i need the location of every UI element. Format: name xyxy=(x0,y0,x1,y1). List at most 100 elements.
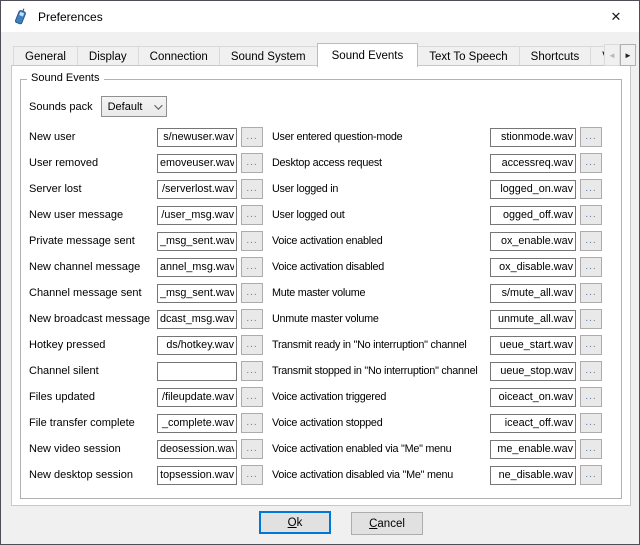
sounds-pack-value: Default xyxy=(108,101,143,113)
browse-button[interactable]: ... xyxy=(241,387,263,407)
browse-button[interactable]: ... xyxy=(580,179,602,199)
sound-event-label: Desktop access request xyxy=(272,157,490,169)
sound-file-input[interactable] xyxy=(157,466,237,485)
tab-scroll-right-button[interactable]: ► xyxy=(620,44,636,66)
browse-button[interactable]: ... xyxy=(241,179,263,199)
sound-event-label: Channel message sent xyxy=(29,287,157,299)
sound-event-label: Server lost xyxy=(29,183,157,195)
sound-file-input[interactable] xyxy=(490,284,576,303)
sounds-pack-select[interactable]: Default xyxy=(101,96,167,117)
browse-button[interactable]: ... xyxy=(580,283,602,303)
browse-button[interactable]: ... xyxy=(580,127,602,147)
window-title: Preferences xyxy=(38,10,103,24)
browse-button[interactable]: ... xyxy=(580,257,602,277)
sound-file-input[interactable] xyxy=(157,310,237,329)
browse-button[interactable]: ... xyxy=(580,361,602,381)
browse-button[interactable]: ... xyxy=(241,465,263,485)
browse-button[interactable]: ... xyxy=(580,439,602,459)
sound-event-label: Voice activation stopped xyxy=(272,417,490,429)
sound-file-input[interactable] xyxy=(490,388,576,407)
sound-file-input[interactable] xyxy=(490,310,576,329)
browse-button[interactable]: ... xyxy=(241,283,263,303)
sound-events-groupbox: Sound Events Sounds pack Default New use… xyxy=(20,79,622,499)
title-bar: Preferences ✕ xyxy=(1,1,639,32)
sound-file-input[interactable] xyxy=(490,336,576,355)
sound-event-row: Private message sent ... Voice activatio… xyxy=(29,228,602,254)
sound-event-row: Server lost ... User logged in ... xyxy=(29,176,602,202)
browse-button[interactable]: ... xyxy=(241,127,263,147)
browse-button[interactable]: ... xyxy=(580,309,602,329)
sound-file-input[interactable] xyxy=(157,206,237,225)
tab-sound-events[interactable]: Sound Events xyxy=(317,43,419,67)
tab-text-to-speech[interactable]: Text To Speech xyxy=(417,46,519,66)
sound-event-label: Private message sent xyxy=(29,235,157,247)
preferences-dialog: Preferences ✕ GeneralDisplayConnectionSo… xyxy=(0,0,640,545)
sound-file-input[interactable] xyxy=(490,414,576,433)
sound-file-input[interactable] xyxy=(490,362,576,381)
sound-event-label: User logged in xyxy=(272,183,490,195)
tab-scrollers: ◄ ► xyxy=(604,44,636,66)
browse-button[interactable]: ... xyxy=(580,205,602,225)
tab-general[interactable]: General xyxy=(13,46,78,66)
sound-file-input[interactable] xyxy=(157,180,237,199)
tab-connection[interactable]: Connection xyxy=(138,46,220,66)
browse-button[interactable]: ... xyxy=(241,153,263,173)
sound-file-input[interactable] xyxy=(157,414,237,433)
browse-button[interactable]: ... xyxy=(241,335,263,355)
browse-button[interactable]: ... xyxy=(580,153,602,173)
browse-button[interactable]: ... xyxy=(580,387,602,407)
sound-file-input[interactable] xyxy=(157,232,237,251)
sound-event-label: Channel silent xyxy=(29,365,157,377)
sound-file-input[interactable] xyxy=(157,154,237,173)
sound-file-input[interactable] xyxy=(157,284,237,303)
tab-pane-sound-events: Sound Events Sounds pack Default New use… xyxy=(11,65,631,506)
browse-button[interactable]: ... xyxy=(241,413,263,433)
sound-file-input[interactable] xyxy=(490,154,576,173)
sound-file-input[interactable] xyxy=(490,206,576,225)
cancel-button[interactable]: Cancel xyxy=(351,512,423,535)
sound-event-label: User removed xyxy=(29,157,157,169)
sounds-pack-label: Sounds pack xyxy=(29,101,93,113)
sound-event-row: File transfer complete ... Voice activat… xyxy=(29,410,602,436)
browse-button[interactable]: ... xyxy=(241,439,263,459)
sound-file-input[interactable] xyxy=(157,128,237,147)
sound-event-label: Voice activation enabled via "Me" menu xyxy=(272,443,490,455)
browse-button[interactable]: ... xyxy=(241,205,263,225)
sound-event-row: New video session ... Voice activation e… xyxy=(29,436,602,462)
close-button[interactable]: ✕ xyxy=(594,2,638,31)
sound-event-rows: New user ... User entered question-mode … xyxy=(29,124,602,488)
sound-file-input[interactable] xyxy=(490,180,576,199)
browse-button[interactable]: ... xyxy=(241,231,263,251)
sound-event-row: User removed ... Desktop access request … xyxy=(29,150,602,176)
sound-file-input[interactable] xyxy=(490,466,576,485)
tab-shortcuts[interactable]: Shortcuts xyxy=(519,46,592,66)
sound-event-row: New channel message ... Voice activation… xyxy=(29,254,602,280)
sound-file-input[interactable] xyxy=(157,388,237,407)
browse-button[interactable]: ... xyxy=(241,257,263,277)
ok-button[interactable]: Ok xyxy=(259,511,331,534)
sound-event-row: Files updated ... Voice activation trigg… xyxy=(29,384,602,410)
sound-event-row: New desktop session ... Voice activation… xyxy=(29,462,602,488)
browse-button[interactable]: ... xyxy=(241,361,263,381)
sound-file-input[interactable] xyxy=(157,336,237,355)
tab-sound-system[interactable]: Sound System xyxy=(219,46,318,66)
browse-button[interactable]: ... xyxy=(580,335,602,355)
tab-scroll-left-button[interactable]: ◄ xyxy=(604,44,620,66)
sound-file-input[interactable] xyxy=(490,232,576,251)
sound-event-row: New user message ... User logged out ... xyxy=(29,202,602,228)
tab-display[interactable]: Display xyxy=(77,46,139,66)
sound-file-input[interactable] xyxy=(490,258,576,277)
sound-file-input[interactable] xyxy=(157,362,237,381)
cancel-button-label: Cancel xyxy=(369,518,405,530)
browse-button[interactable]: ... xyxy=(580,413,602,433)
sound-file-input[interactable] xyxy=(490,440,576,459)
sound-file-input[interactable] xyxy=(157,440,237,459)
browse-button[interactable]: ... xyxy=(580,465,602,485)
browse-button[interactable]: ... xyxy=(241,309,263,329)
sound-file-input[interactable] xyxy=(157,258,237,277)
sound-event-label: User entered question-mode xyxy=(272,131,490,143)
sound-file-input[interactable] xyxy=(490,128,576,147)
browse-button[interactable]: ... xyxy=(580,231,602,251)
sound-event-row: New broadcast message ... Unmute master … xyxy=(29,306,602,332)
sound-event-label: Files updated xyxy=(29,391,157,403)
